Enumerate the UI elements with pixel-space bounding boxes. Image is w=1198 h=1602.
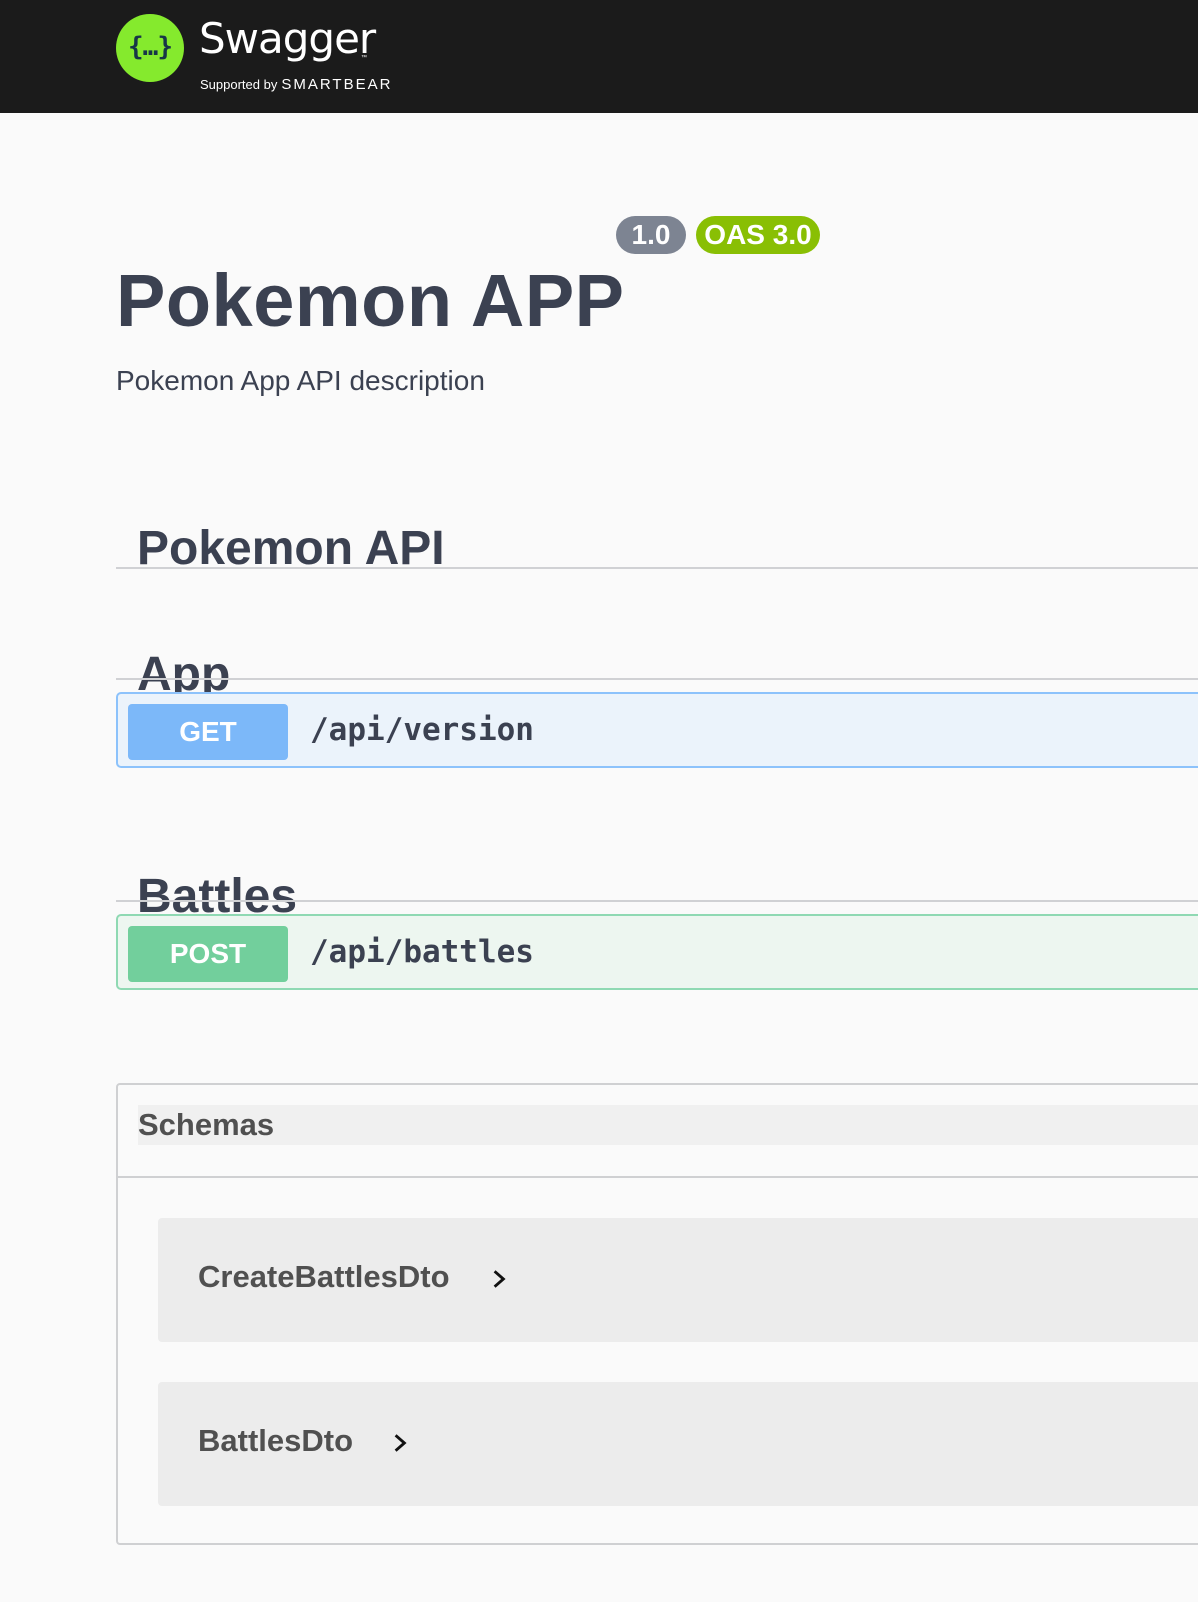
trademark-mark: ™ — [361, 55, 367, 61]
api-title: Pokemon APP — [116, 258, 625, 342]
model-name: CreateBattlesDto — [198, 1259, 450, 1294]
operation-post-api-battles[interactable]: POST /api/battles — [116, 914, 1198, 990]
schemas-panel: Schemas CreateBattlesDto BattlesDto — [116, 1083, 1198, 1545]
topbar: {…} Swagger ™ Supported by SMARTBEAR — [0, 0, 1198, 113]
divider — [116, 900, 1198, 902]
brand-name[interactable]: Swagger — [199, 18, 376, 60]
operation-path: /api/version — [310, 712, 534, 748]
chevron-right-icon — [493, 1270, 506, 1288]
operation-path: /api/battles — [310, 934, 534, 970]
swagger-braces-icon: {…} — [128, 32, 173, 62]
section-title-pokemon-api: Pokemon API — [137, 521, 445, 575]
api-description: Pokemon App API description — [116, 365, 485, 396]
schemas-header[interactable]: Schemas — [138, 1105, 1198, 1145]
supported-by-label: Supported by — [200, 77, 278, 92]
model-name: BattlesDto — [198, 1423, 354, 1458]
method-badge-get: GET — [128, 704, 288, 760]
swagger-logo-icon[interactable]: {…} — [116, 14, 184, 82]
schemas-title: Schemas — [138, 1107, 275, 1142]
smartbear-label: SMARTBEAR — [281, 76, 393, 93]
brand-tagline: Supported by SMARTBEAR — [200, 77, 392, 92]
method-badge-post: POST — [128, 926, 288, 982]
operation-get-api-version[interactable]: GET /api/version — [116, 692, 1198, 768]
model-battles-dto[interactable]: BattlesDto — [158, 1382, 1198, 1506]
version-badge: 1.0 — [616, 216, 686, 254]
model-create-battles-dto[interactable]: CreateBattlesDto — [158, 1218, 1198, 1342]
oas-badge: OAS 3.0 — [696, 216, 820, 254]
divider — [118, 1176, 1198, 1178]
divider — [116, 678, 1198, 680]
chevron-right-icon — [394, 1434, 407, 1452]
divider — [116, 567, 1198, 569]
